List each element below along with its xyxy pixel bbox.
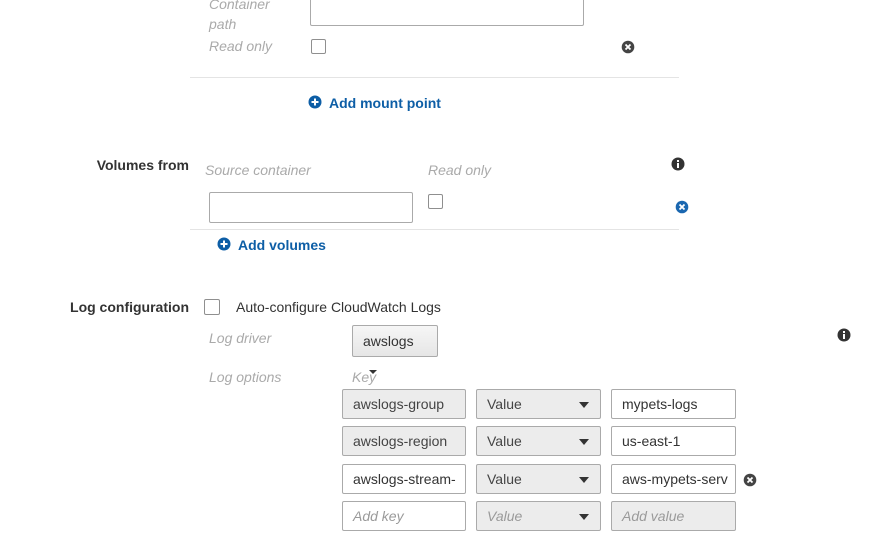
remove-icon[interactable] bbox=[675, 200, 689, 214]
info-icon[interactable] bbox=[837, 328, 851, 342]
log-option-key-input[interactable]: awslogs-stream- bbox=[342, 464, 466, 494]
log-option-type: Value bbox=[487, 396, 522, 412]
log-option-type-select[interactable]: Value bbox=[476, 426, 601, 456]
source-container-label: Source container bbox=[205, 162, 311, 178]
chevron-down-icon bbox=[579, 477, 589, 483]
log-driver-value: awslogs bbox=[363, 333, 414, 349]
log-option-type-select[interactable]: Value bbox=[476, 464, 601, 494]
info-icon[interactable] bbox=[671, 157, 685, 171]
remove-icon[interactable] bbox=[621, 40, 635, 54]
add-value-input[interactable]: Add value bbox=[611, 501, 736, 531]
log-option-value-input[interactable]: aws-mypets-serv bbox=[611, 464, 736, 494]
log-option-type-select[interactable]: Value bbox=[476, 389, 601, 419]
add-circle-icon bbox=[217, 237, 231, 251]
chevron-down-icon bbox=[579, 514, 589, 520]
mount-read-only-label: Read only bbox=[209, 38, 273, 54]
auto-configure-checkbox[interactable] bbox=[204, 299, 220, 315]
remove-icon[interactable] bbox=[743, 473, 757, 487]
log-option-value-input[interactable]: us-east-1 bbox=[611, 426, 736, 456]
log-driver-dropdown[interactable]: awslogs bbox=[352, 325, 438, 375]
log-option-type: Value bbox=[487, 433, 522, 449]
auto-configure-label: Auto-configure CloudWatch Logs bbox=[236, 299, 441, 315]
log-options-label: Log options bbox=[209, 369, 282, 385]
add-key-input[interactable]: Add key bbox=[342, 501, 466, 531]
log-configuration-label: Log configuration bbox=[70, 299, 189, 315]
divider bbox=[190, 77, 679, 78]
log-option-key: awslogs-region bbox=[342, 426, 466, 456]
volumes-read-only-checkbox[interactable] bbox=[428, 194, 443, 209]
add-mount-point-label[interactable]: Add mount point bbox=[329, 95, 441, 111]
add-circle-icon bbox=[308, 95, 322, 109]
log-option-key: awslogs-group bbox=[342, 389, 466, 419]
container-path-input[interactable] bbox=[310, 0, 584, 26]
log-option-value-input[interactable]: mypets-logs bbox=[611, 389, 736, 419]
log-driver-label: Log driver bbox=[209, 330, 272, 346]
key-header: Key bbox=[352, 369, 377, 385]
log-option-type: Value bbox=[487, 471, 522, 487]
new-option-type: Value bbox=[487, 508, 523, 524]
container-path-label: Container path bbox=[209, 0, 270, 32]
add-volumes-label[interactable]: Add volumes bbox=[238, 237, 326, 253]
new-option-type-select[interactable]: Value bbox=[476, 501, 601, 531]
volumes-read-only-label: Read only bbox=[428, 162, 492, 178]
chevron-down-icon bbox=[579, 439, 589, 445]
divider bbox=[190, 229, 679, 230]
volumes-from-label: Volumes from bbox=[96, 157, 189, 173]
chevron-down-icon bbox=[579, 402, 589, 408]
mount-read-only-checkbox[interactable] bbox=[311, 39, 326, 54]
source-container-input[interactable] bbox=[209, 192, 413, 223]
